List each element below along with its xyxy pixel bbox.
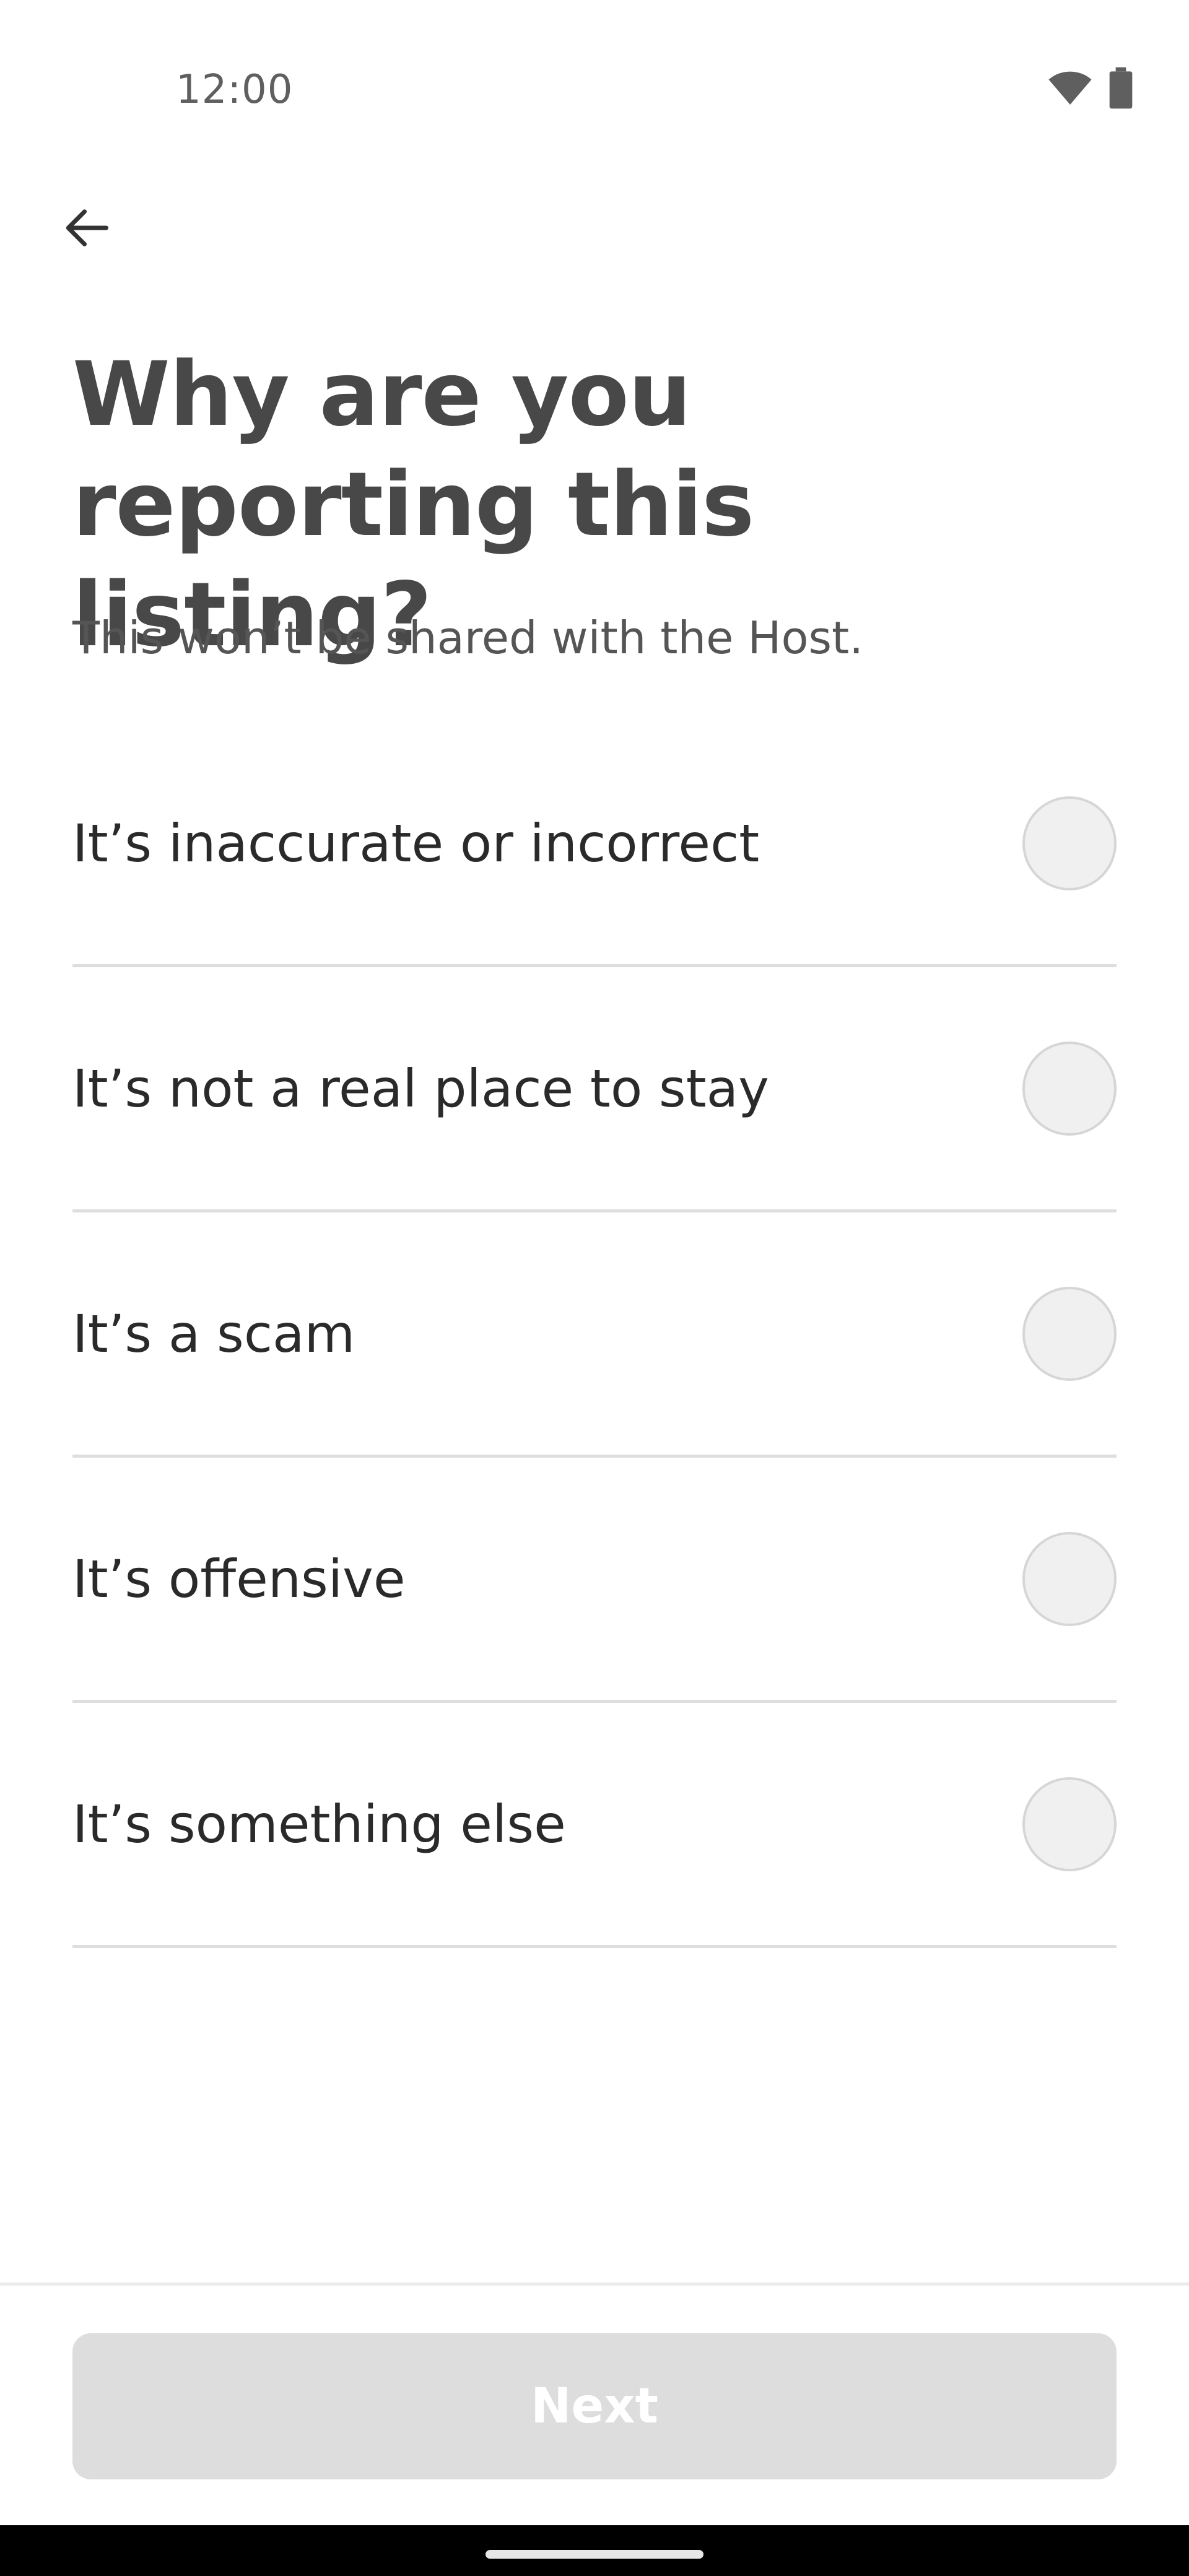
option-not-real-place[interactable]: It’s not a real place to stay (72, 967, 1117, 1212)
option-label: It’s not a real place to stay (72, 1058, 769, 1119)
report-options-list: It’s inaccurate or incorrect It’s not a … (72, 722, 1117, 1948)
option-inaccurate[interactable]: It’s inaccurate or incorrect (72, 722, 1117, 967)
option-label: It’s something else (72, 1794, 566, 1855)
page-subtitle: This won’t be shared with the Host. (72, 612, 864, 664)
radio-button[interactable] (1022, 1777, 1117, 1871)
option-scam[interactable]: It’s a scam (72, 1212, 1117, 1458)
option-label: It’s a scam (72, 1303, 355, 1364)
radio-button[interactable] (1022, 1287, 1117, 1381)
status-time: 12:00 (176, 67, 294, 113)
option-something-else[interactable]: It’s something else (72, 1703, 1117, 1948)
home-indicator[interactable] (486, 2550, 703, 2559)
wifi-icon (1048, 68, 1092, 110)
next-button[interactable]: Next (72, 2333, 1117, 2479)
radio-button[interactable] (1022, 796, 1117, 890)
status-icons (1048, 67, 1133, 111)
radio-button[interactable] (1022, 1042, 1117, 1136)
option-label: It’s offensive (72, 1549, 406, 1609)
back-button[interactable] (50, 192, 124, 266)
battery-icon (1108, 67, 1133, 111)
footer-bar: Next (0, 2282, 1189, 2525)
option-offensive[interactable]: It’s offensive (72, 1458, 1117, 1703)
option-label: It’s inaccurate or incorrect (72, 813, 760, 874)
status-bar: 12:00 (0, 0, 1189, 161)
radio-button[interactable] (1022, 1532, 1117, 1626)
system-navigation-bar (0, 2525, 1189, 2576)
arrow-left-icon (61, 202, 113, 256)
